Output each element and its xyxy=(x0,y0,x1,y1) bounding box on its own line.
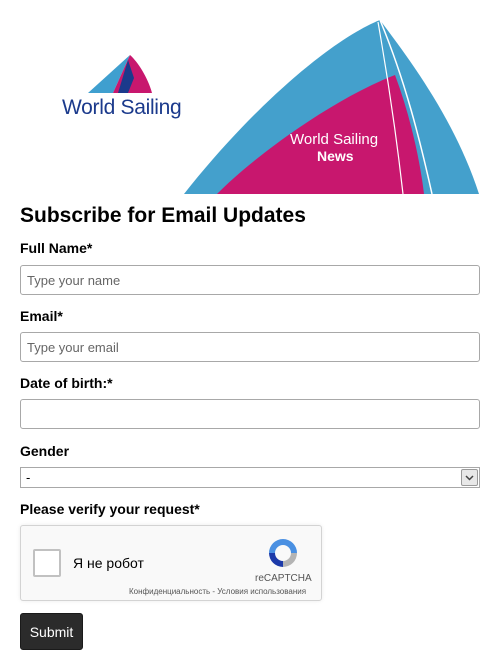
recaptcha-icon xyxy=(269,539,297,567)
submit-button[interactable]: Submit xyxy=(20,613,83,650)
header-banner: World Sailing World Sailing News xyxy=(0,0,500,196)
email-label: Email* xyxy=(20,308,63,324)
dob-input[interactable] xyxy=(20,399,480,429)
news-subtitle: News xyxy=(317,148,354,164)
recaptcha-widget: Я не робот reCAPTCHA Конфиденциальность … xyxy=(20,525,322,601)
recaptcha-label: Я не робот xyxy=(73,555,144,571)
gender-select[interactable]: - xyxy=(20,467,480,488)
email-input[interactable] xyxy=(20,332,480,362)
full-name-label: Full Name* xyxy=(20,240,93,256)
page-title: Subscribe for Email Updates xyxy=(20,204,306,227)
verify-label: Please verify your request* xyxy=(20,501,200,517)
full-name-input[interactable] xyxy=(20,265,480,295)
news-title: World Sailing xyxy=(290,131,379,148)
dob-label: Date of birth:* xyxy=(20,375,113,391)
gender-label: Gender xyxy=(20,443,70,459)
chevron-down-icon[interactable] xyxy=(461,469,478,486)
recaptcha-links[interactable]: Конфиденциальность - Условия использован… xyxy=(129,587,306,596)
logo-text: World Sailing xyxy=(62,96,182,119)
recaptcha-checkbox[interactable] xyxy=(33,549,61,577)
recaptcha-brand: reCAPTCHA xyxy=(255,573,312,584)
gender-selected-value: - xyxy=(26,470,31,485)
